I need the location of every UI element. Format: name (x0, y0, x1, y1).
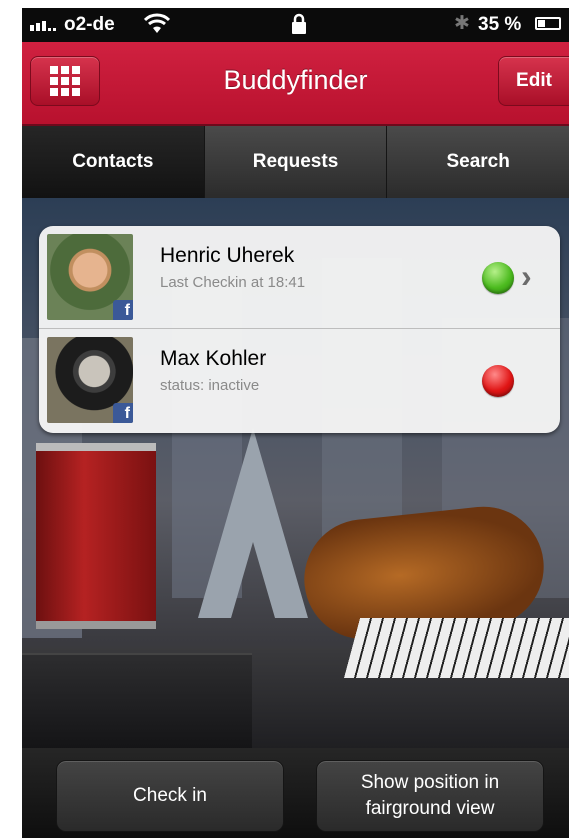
piano-illustration (343, 618, 569, 678)
turntable-illustration (22, 653, 252, 748)
facebook-icon: f (113, 403, 133, 423)
tab-requests[interactable]: Requests (203, 126, 387, 198)
avatar: f (47, 234, 133, 320)
battery-icon (535, 17, 561, 30)
facebook-icon: f (113, 300, 133, 320)
carrier-label: o2-de (64, 14, 115, 35)
list-item[interactable]: f Henric Uherek Last Checkin at 18:41 › (39, 226, 560, 329)
contact-name: Henric Uherek (160, 244, 295, 267)
segmented-tabs: Contacts Requests Search (22, 126, 569, 198)
bluetooth-icon: ✱ (454, 13, 470, 34)
contact-subtitle: Last Checkin at 18:41 (160, 274, 306, 291)
phone-screen: o2-de ✱ 35 % Buddyfinder Edit Contacts R… (22, 8, 569, 838)
drum-illustration (36, 443, 156, 629)
nav-bar: Buddyfinder Edit (22, 42, 569, 126)
battery-percent: 35 % (478, 14, 522, 35)
tab-search[interactable]: Search (386, 126, 569, 198)
contacts-list: f Henric Uherek Last Checkin at 18:41 › … (39, 226, 560, 433)
lock-icon (290, 13, 308, 41)
show-position-button[interactable]: Show position in fairground view (316, 760, 544, 832)
check-in-button[interactable]: Check in (56, 760, 284, 832)
inactive-status-icon (482, 365, 514, 397)
page-title: Buddyfinder (223, 65, 368, 95)
bottom-toolbar: Check in Show position in fairground vie… (22, 748, 569, 838)
chevron-right-icon[interactable]: › (521, 258, 532, 295)
signal-icon (30, 17, 56, 31)
avatar: f (47, 337, 133, 423)
list-item[interactable]: f Max Kohler status: inactive (39, 329, 560, 431)
edit-button[interactable]: Edit (498, 56, 569, 106)
contact-name: Max Kohler (160, 347, 267, 370)
status-bar: o2-de ✱ 35 % (22, 8, 569, 42)
tab-contacts[interactable]: Contacts (22, 126, 204, 198)
contact-subtitle: status: inactive (160, 377, 260, 394)
wifi-icon (143, 13, 171, 41)
online-status-icon (482, 262, 514, 294)
